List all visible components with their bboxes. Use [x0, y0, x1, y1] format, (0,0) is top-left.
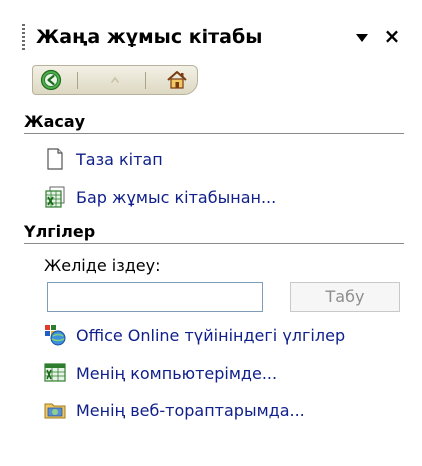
on-my-websites-label: Менің веб-тораптарымда...: [76, 400, 305, 420]
blank-document-icon: [44, 148, 66, 170]
blank-workbook-link[interactable]: Таза кітап: [44, 146, 163, 172]
forward-arrow-icon: [111, 76, 119, 83]
from-existing-workbook-link[interactable]: Бар жұмыс кітабынан...: [44, 184, 276, 210]
office-online-icon: [44, 324, 66, 346]
toolbar-separator: [77, 72, 78, 89]
close-button[interactable]: ×: [382, 24, 402, 48]
home-button[interactable]: [165, 69, 189, 91]
on-my-computer-link[interactable]: Менің компьютерімде...: [44, 360, 277, 386]
search-go-button[interactable]: Табу: [290, 282, 400, 312]
my-computer-templates-icon: [44, 362, 66, 384]
office-online-templates-label: Office Online түйініндегі үлгілер: [76, 325, 346, 345]
on-my-computer-label: Менің компьютерімде...: [76, 363, 278, 383]
back-arrow-icon: [40, 69, 62, 91]
home-icon: [167, 71, 187, 89]
task-pane: Жаңа жұмыс кітабы × Жасау Таза кітап Бар…: [22, 8, 414, 460]
dropdown-arrow-icon[interactable]: [356, 34, 368, 42]
task-pane-title: Жаңа жұмыс кітабы: [36, 26, 263, 48]
from-existing-workbook-label: Бар жұмыс кітабынан...: [76, 187, 277, 207]
my-websites-icon: [44, 399, 66, 421]
workbook-from-existing-icon: [44, 186, 66, 208]
search-online-label: Желіде іздеу:: [44, 256, 161, 275]
on-my-websites-link[interactable]: Менің веб-тораптарымда...: [44, 397, 305, 423]
toolbar-separator: [145, 72, 146, 89]
blank-workbook-label: Таза кітап: [76, 149, 163, 169]
search-input[interactable]: [47, 282, 263, 312]
navigation-toolbar: [32, 65, 198, 95]
back-button[interactable]: [39, 69, 63, 91]
forward-button[interactable]: [103, 69, 127, 91]
grip-handle[interactable]: [22, 24, 25, 52]
section-header-create: Жасау: [24, 112, 404, 134]
section-header-templates: Үлгілер: [24, 222, 404, 244]
task-pane-titlebar: Жаңа жұмыс кітабы ×: [22, 22, 414, 54]
office-online-templates-link[interactable]: Office Online түйініндегі үлгілер: [44, 322, 345, 348]
